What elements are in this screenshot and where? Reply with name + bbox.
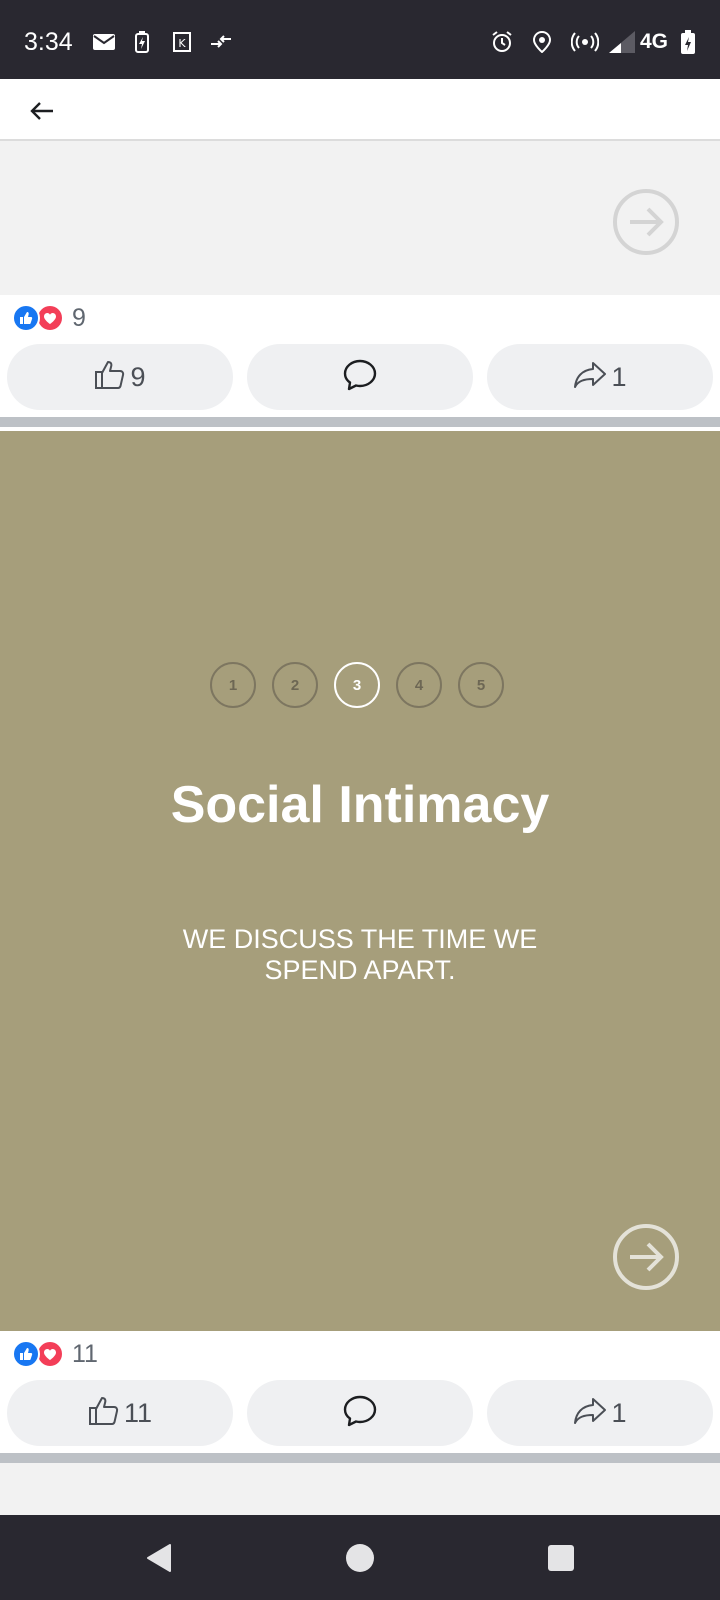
- step-5: 5: [458, 662, 504, 708]
- post-divider: [0, 1453, 720, 1463]
- action-bar: 11 1: [7, 1380, 713, 1446]
- system-nav-bar: [0, 1515, 720, 1600]
- battery-saver-icon: [134, 30, 150, 54]
- step-3-active: 3: [334, 662, 380, 708]
- share-count: 1: [611, 361, 627, 392]
- network-type-label: 4G: [639, 30, 668, 53]
- step-1: 1: [210, 662, 256, 708]
- next-arrow-icon[interactable]: [611, 187, 681, 257]
- signal-icon: [608, 30, 636, 54]
- love-reaction-icon: [36, 304, 64, 332]
- like-reaction-icon: [12, 1340, 40, 1368]
- recents-square-icon[interactable]: [542, 1539, 580, 1577]
- k-app-icon: K: [172, 30, 192, 54]
- reactions-summary[interactable]: 9: [12, 302, 86, 334]
- post-divider: [0, 417, 720, 427]
- action-bar: 9 1: [7, 344, 713, 410]
- thumbs-up-icon: [88, 1396, 120, 1431]
- post-title: Social Intimacy: [170, 776, 550, 834]
- like-reaction-icon: [12, 304, 40, 332]
- comment-button[interactable]: [247, 344, 473, 410]
- like-count: 9: [130, 361, 146, 392]
- post-image[interactable]: [0, 141, 720, 295]
- step-4: 4: [396, 662, 442, 708]
- thumbs-up-icon: [94, 360, 126, 395]
- reactions-summary[interactable]: 11: [12, 1338, 98, 1370]
- share-button[interactable]: 1: [487, 1380, 713, 1446]
- back-triangle-icon[interactable]: [140, 1539, 178, 1577]
- next-post-preview: [0, 1463, 720, 1515]
- like-count: 11: [123, 1397, 153, 1428]
- back-arrow-icon[interactable]: [24, 93, 60, 129]
- data-transfer-icon: [208, 30, 234, 54]
- status-time: 3:34: [24, 28, 73, 56]
- post-subtitle: WE DISCUSS THE TIME WE SPEND APART.: [182, 924, 538, 985]
- app-bar: [0, 79, 720, 141]
- share-button[interactable]: 1: [487, 344, 713, 410]
- status-bar: 3:34 K 4G: [0, 0, 720, 79]
- step-indicator: 1 2 3 4 5: [210, 662, 510, 710]
- comment-bubble-icon: [343, 359, 377, 396]
- step-2: 2: [272, 662, 318, 708]
- share-count: 1: [611, 1397, 627, 1428]
- location-icon: [532, 30, 552, 54]
- comment-bubble-icon: [343, 1395, 377, 1432]
- like-button[interactable]: 11: [7, 1380, 233, 1446]
- battery-charging-icon: [680, 30, 696, 54]
- post-image[interactable]: [0, 431, 720, 1331]
- svg-text:K: K: [178, 37, 186, 50]
- reaction-count: 11: [72, 1339, 98, 1368]
- home-circle-icon[interactable]: [341, 1539, 379, 1577]
- comment-button[interactable]: [247, 1380, 473, 1446]
- love-reaction-icon: [36, 1340, 64, 1368]
- reaction-count: 9: [72, 303, 86, 332]
- hotspot-icon: [570, 30, 600, 54]
- share-arrow-icon: [573, 1397, 607, 1430]
- next-arrow-icon[interactable]: [611, 1222, 681, 1292]
- mail-icon: [92, 30, 116, 54]
- alarm-icon: [490, 30, 514, 54]
- share-arrow-icon: [573, 361, 607, 394]
- like-button[interactable]: 9: [7, 344, 233, 410]
